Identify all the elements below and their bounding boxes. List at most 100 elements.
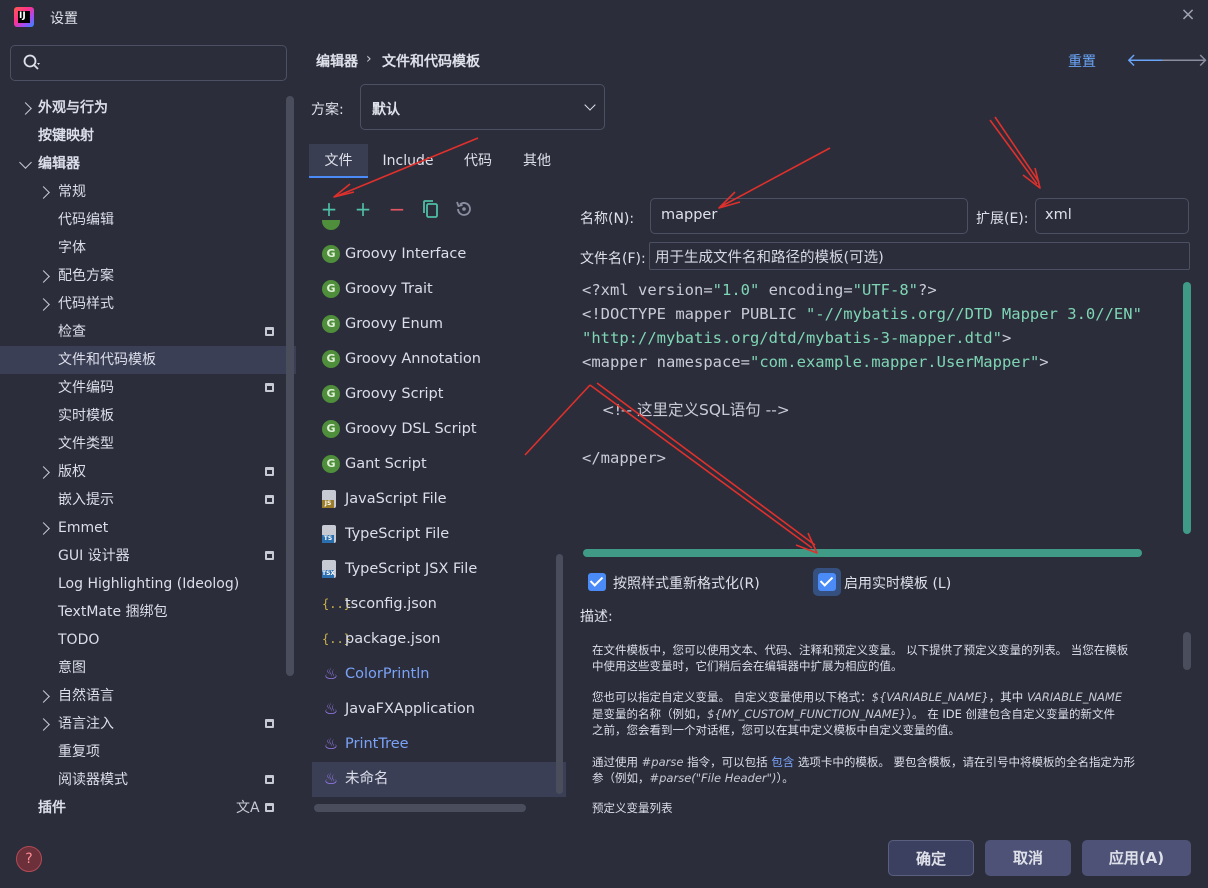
- template-list-item[interactable]: {..} package.json: [312, 622, 566, 657]
- sidebar-item-24[interactable]: 阅读器模式: [58, 766, 128, 794]
- template-label: PrintTree: [345, 736, 409, 752]
- template-list-item[interactable]: JS JavaScript File: [312, 482, 566, 517]
- apply-button[interactable]: 应用(A): [1082, 840, 1191, 876]
- chevron-right-icon[interactable]: [37, 466, 50, 479]
- reset-link[interactable]: 重置: [1068, 51, 1096, 71]
- template-list-item[interactable]: TSX TypeScript JSX File: [312, 552, 566, 587]
- forward-arrow-icon[interactable]: 🡒: [1160, 50, 1208, 71]
- sidebar-item-19[interactable]: TODO: [58, 626, 99, 654]
- template-list-scrollbar[interactable]: [556, 554, 563, 794]
- sidebar-item-7[interactable]: 代码样式: [58, 290, 114, 318]
- chevron-right-icon[interactable]: [37, 718, 50, 731]
- sidebar-item-17[interactable]: Log Highlighting (Ideolog): [58, 570, 239, 598]
- sidebar-item-11[interactable]: 实时模板: [58, 402, 114, 430]
- sidebar-item-25[interactable]: 插件: [38, 794, 66, 822]
- chevron-right-icon[interactable]: [37, 270, 50, 283]
- sidebar-item-8[interactable]: 检查: [58, 318, 86, 346]
- reformat-label: 按照样式重新格式化(R): [613, 576, 760, 592]
- template-list-item[interactable]: ♨ 未命名: [312, 762, 566, 797]
- template-list-hscrollbar[interactable]: [314, 804, 526, 812]
- code-comment: <!-- 这里定义SQL语句 -->: [582, 401, 790, 419]
- template-list-item[interactable]: G Groovy Trait: [312, 272, 566, 307]
- copy-icon[interactable]: [421, 199, 441, 219]
- sidebar-item-4[interactable]: 代码编辑: [58, 206, 114, 234]
- sidebar-item-label: 版权: [58, 464, 86, 480]
- groovy-icon: G: [322, 385, 340, 403]
- chevron-down-icon[interactable]: [19, 156, 32, 169]
- groovy-icon: G: [322, 455, 340, 473]
- sidebar-item-18[interactable]: TextMate 捆绑包: [58, 598, 168, 626]
- live-template-checkbox[interactable]: [818, 573, 836, 591]
- code-horizontal-scrollbar[interactable]: [583, 549, 1142, 557]
- project-level-icon: [265, 803, 274, 812]
- template-list-item[interactable]: G Gant Script: [312, 447, 566, 482]
- template-list-item[interactable]: ♨ ColorPrintln: [312, 657, 566, 692]
- sidebar-item-0[interactable]: 外观与行为: [38, 94, 108, 122]
- name-value: mapper: [661, 207, 718, 223]
- chevron-right-icon[interactable]: [37, 522, 50, 535]
- template-list-item[interactable]: G Groovy DSL Script: [312, 412, 566, 447]
- remove-template-button[interactable]: −: [386, 198, 408, 220]
- template-list-item[interactable]: G Groovy Script: [312, 377, 566, 412]
- sidebar-item-3[interactable]: 常规: [58, 178, 86, 206]
- template-list-item[interactable]: G Groovy Annotation: [312, 342, 566, 377]
- sidebar-item-6[interactable]: 配色方案: [58, 262, 114, 290]
- sidebar-item-label: 语言注入: [58, 716, 114, 732]
- template-list-item[interactable]: TS TypeScript File: [312, 517, 566, 552]
- sidebar-item-20[interactable]: 意图: [58, 654, 86, 682]
- tab-other[interactable]: 其他: [512, 144, 562, 178]
- breadcrumb-editor[interactable]: 编辑器: [316, 51, 358, 71]
- description-scrollbar[interactable]: [1183, 632, 1191, 670]
- settings-search-input[interactable]: [10, 45, 287, 81]
- sidebar-item-13[interactable]: 版权: [58, 458, 86, 486]
- sidebar-item-1[interactable]: 按键映射: [38, 122, 94, 150]
- include-tab-link[interactable]: 包含: [771, 755, 794, 769]
- add-template-button[interactable]: +: [318, 198, 340, 220]
- chevron-right-icon[interactable]: [37, 690, 50, 703]
- sidebar-item-10[interactable]: 文件编码: [58, 374, 114, 402]
- sidebar-item-21[interactable]: 自然语言: [58, 682, 114, 710]
- extension-value: xml: [1045, 207, 1072, 223]
- cancel-button[interactable]: 取消: [985, 840, 1071, 876]
- sidebar-item-15[interactable]: Emmet: [58, 514, 108, 542]
- chevron-right-icon[interactable]: [37, 186, 50, 199]
- code-token: <mapper namespace=: [582, 353, 750, 371]
- sidebar-scrollbar[interactable]: [286, 96, 294, 676]
- template-list-item[interactable]: ♨ PrintTree: [312, 727, 566, 762]
- ok-button[interactable]: 确定: [888, 840, 974, 876]
- sidebar-item-23[interactable]: 重复项: [58, 738, 100, 766]
- close-icon[interactable]: ×: [1176, 4, 1200, 25]
- sidebar-item-label: 编辑器: [38, 156, 80, 172]
- description-line: 参（例如，#parse("File Header")）。: [592, 770, 794, 786]
- reset-to-default-icon[interactable]: [454, 199, 474, 219]
- reformat-checkbox[interactable]: [588, 573, 606, 591]
- javascript-file-icon: JS: [322, 490, 336, 508]
- tab-files[interactable]: 文件: [309, 144, 368, 178]
- template-list-item[interactable]: G Groovy Interface: [312, 237, 566, 272]
- template-label: 未命名: [345, 771, 389, 787]
- filename-label: 文件名(F):: [580, 251, 646, 267]
- sidebar-item-12[interactable]: 文件类型: [58, 430, 114, 458]
- template-list-item[interactable]: {..} tsconfig.json: [312, 587, 566, 622]
- sidebar-item-5[interactable]: 字体: [58, 234, 86, 262]
- sidebar-item-16[interactable]: GUI 设计器: [58, 542, 130, 570]
- sidebar-item-9[interactable]: 文件和代码模板: [58, 346, 156, 374]
- sidebar-item-14[interactable]: 嵌入提示: [58, 486, 114, 514]
- template-list-item[interactable]: ♨ JavaFXApplication: [312, 692, 566, 727]
- java-file-icon: ♨: [323, 664, 339, 683]
- tab-include[interactable]: Include: [372, 144, 444, 178]
- tab-code[interactable]: 代码: [452, 144, 504, 178]
- help-icon[interactable]: ?: [16, 846, 42, 872]
- sidebar-item-label: TextMate 捆绑包: [58, 604, 168, 620]
- chevron-right-icon[interactable]: [19, 102, 32, 115]
- code-token: "com.example.mapper.UserMapper": [749, 353, 1040, 371]
- chevron-right-icon[interactable]: [37, 298, 50, 311]
- template-label: Gant Script: [345, 456, 427, 472]
- template-list-item[interactable]: G Groovy Enum: [312, 307, 566, 342]
- sidebar-item-2[interactable]: 编辑器: [38, 150, 80, 178]
- template-code-editor[interactable]: <?xml version="1.0" encoding="UTF-8"?> <…: [574, 278, 1186, 538]
- code-vertical-scrollbar[interactable]: [1183, 282, 1191, 534]
- template-label: JavaFXApplication: [345, 701, 475, 717]
- add-child-template-button[interactable]: +: [352, 198, 374, 220]
- sidebar-item-22[interactable]: 语言注入: [58, 710, 114, 738]
